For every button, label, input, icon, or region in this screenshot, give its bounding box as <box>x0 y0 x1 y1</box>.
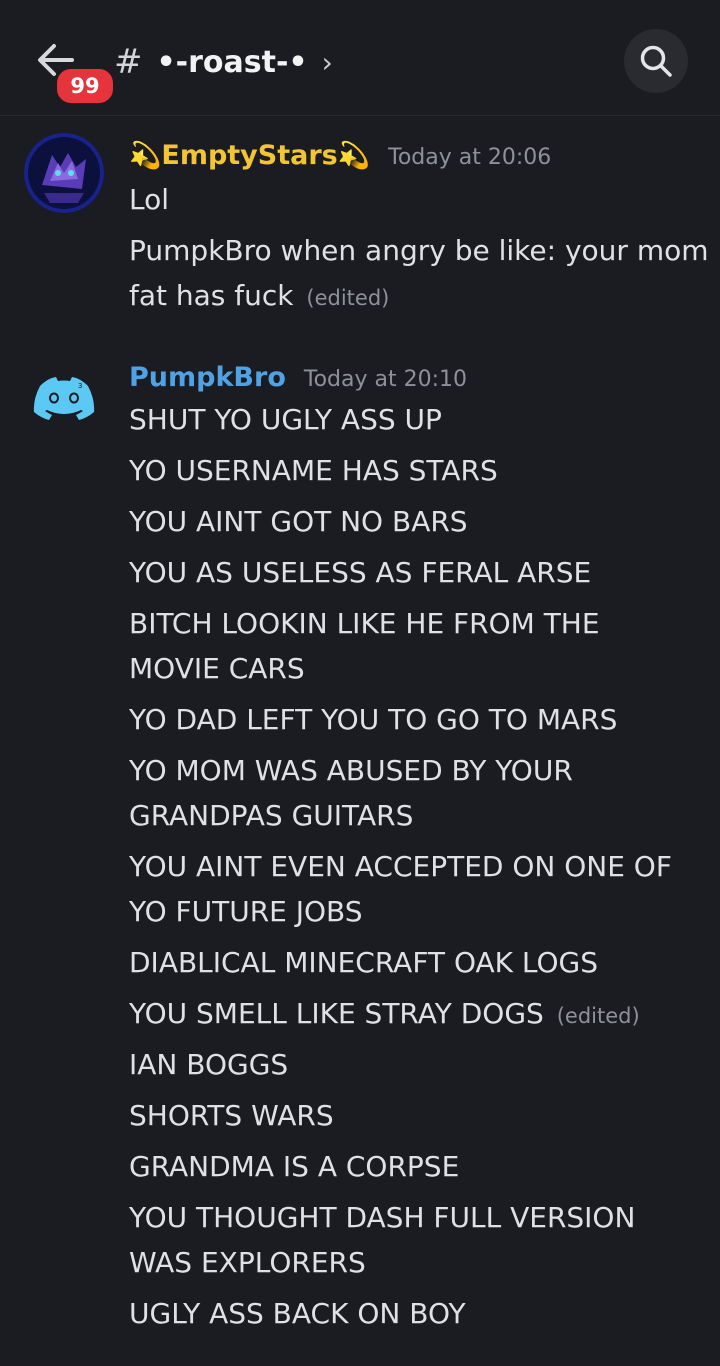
message-text: YOU SMELL LIKE STRAY DOGS (edited) <box>129 997 640 1030</box>
message-text: IAN BOGGS <box>129 1048 289 1081</box>
channel-title-button[interactable]: # •-roast-• › <box>114 40 333 84</box>
chevron-right-icon: › <box>321 45 333 79</box>
message-text: YOU AS USELESS AS FERAL ARSE <box>129 556 592 589</box>
message-text: DIABLICAL MINECRAFT OAK LOGS <box>129 946 599 979</box>
message-header: 💫EmptyStars💫 Today at 20:06 <box>129 140 551 171</box>
message-text: SHUT YO UGLY ASS UP <box>129 403 442 436</box>
message-text: GRANDPAS GUITARS <box>129 799 414 832</box>
timestamp: Today at 20:10 <box>303 367 467 392</box>
dizzy-emoji-icon: 💫 <box>129 141 162 171</box>
message-text: YOU THOUGHT DASH FULL VERSION <box>129 1201 636 1234</box>
message-text: SHORTS WARS <box>129 1099 334 1132</box>
message-group[interactable]: 3 PumpkBro Today at 20:10 SHUT YO UGLY A… <box>0 360 720 1350</box>
message-text: Lol <box>129 183 170 216</box>
dizzy-emoji-icon: 💫 <box>337 141 371 171</box>
search-icon <box>640 45 672 77</box>
avatar[interactable] <box>24 133 104 213</box>
message-text: YO MOM WAS ABUSED BY YOUR <box>129 754 573 787</box>
unread-badge: 99 <box>54 66 116 106</box>
message-text: UGLY ASS BACK ON BOY <box>129 1297 466 1330</box>
channel-header: 99 # •-roast-• › <box>0 0 720 116</box>
username[interactable]: PumpkBro <box>129 362 286 393</box>
message-text: MOVIE CARS <box>129 652 305 685</box>
edited-label: (edited) <box>556 1004 640 1028</box>
message-text: GRANDMA IS A CORPSE <box>129 1150 460 1183</box>
message-text: fat has fuck (edited) <box>129 279 390 312</box>
search-button[interactable] <box>624 29 688 93</box>
message-text: BITCH LOOKIN LIKE HE FROM THE <box>129 607 600 640</box>
user-avatar-image <box>24 133 104 213</box>
message-header: PumpkBro Today at 20:10 <box>129 362 467 393</box>
edited-label: (edited) <box>306 286 390 310</box>
avatar[interactable]: 3 <box>24 360 104 440</box>
message-text: YO USERNAME HAS STARS <box>129 454 498 487</box>
message-text: YOU AINT GOT NO BARS <box>129 505 468 538</box>
message-text: PumpkBro when angry be like: your mom <box>129 234 709 267</box>
timestamp: Today at 20:06 <box>388 145 552 170</box>
svg-text:3: 3 <box>78 382 82 390</box>
channel-name: •-roast-• <box>156 44 308 80</box>
message-group[interactable]: 💫EmptyStars💫 Today at 20:06 Lol PumpkBro… <box>0 120 720 330</box>
channel-hash-icon: # <box>114 42 143 82</box>
message-text: YOU AINT EVEN ACCEPTED ON ONE OF <box>129 850 672 883</box>
message-text: YO DAD LEFT YOU TO GO TO MARS <box>129 703 618 736</box>
message-text: WAS EXPLORERS <box>129 1246 366 1279</box>
discord-logo-icon: 3 <box>24 360 104 440</box>
message-text: YO FUTURE JOBS <box>129 895 363 928</box>
username[interactable]: 💫EmptyStars💫 <box>129 140 370 171</box>
